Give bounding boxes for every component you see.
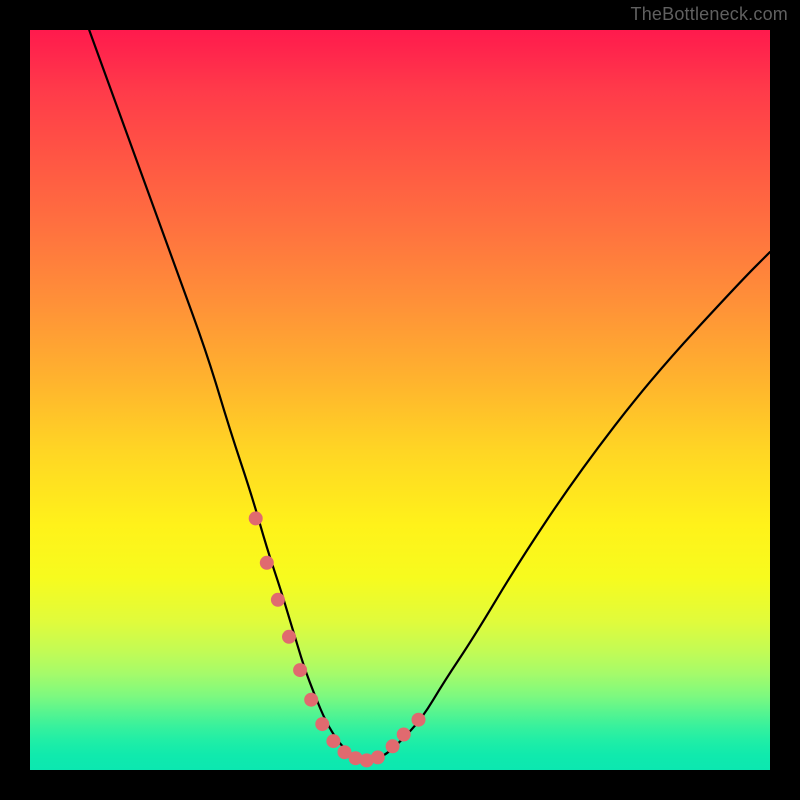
highlight-dot: [282, 630, 296, 644]
highlight-dot: [397, 728, 411, 742]
highlight-dot: [249, 511, 263, 525]
highlight-dot-group: [249, 511, 426, 767]
highlight-dot: [386, 739, 400, 753]
highlight-dot: [371, 750, 385, 764]
watermark-text: TheBottleneck.com: [631, 4, 788, 25]
highlight-dot: [412, 713, 426, 727]
bottleneck-curve-path: [89, 30, 770, 760]
highlight-dot: [260, 556, 274, 570]
highlight-dot: [326, 734, 340, 748]
plot-area: [30, 30, 770, 770]
chart-stage: TheBottleneck.com: [0, 0, 800, 800]
highlight-dot: [293, 663, 307, 677]
curve-layer: [30, 30, 770, 770]
highlight-dot: [304, 693, 318, 707]
highlight-dot: [271, 593, 285, 607]
highlight-dot: [315, 717, 329, 731]
